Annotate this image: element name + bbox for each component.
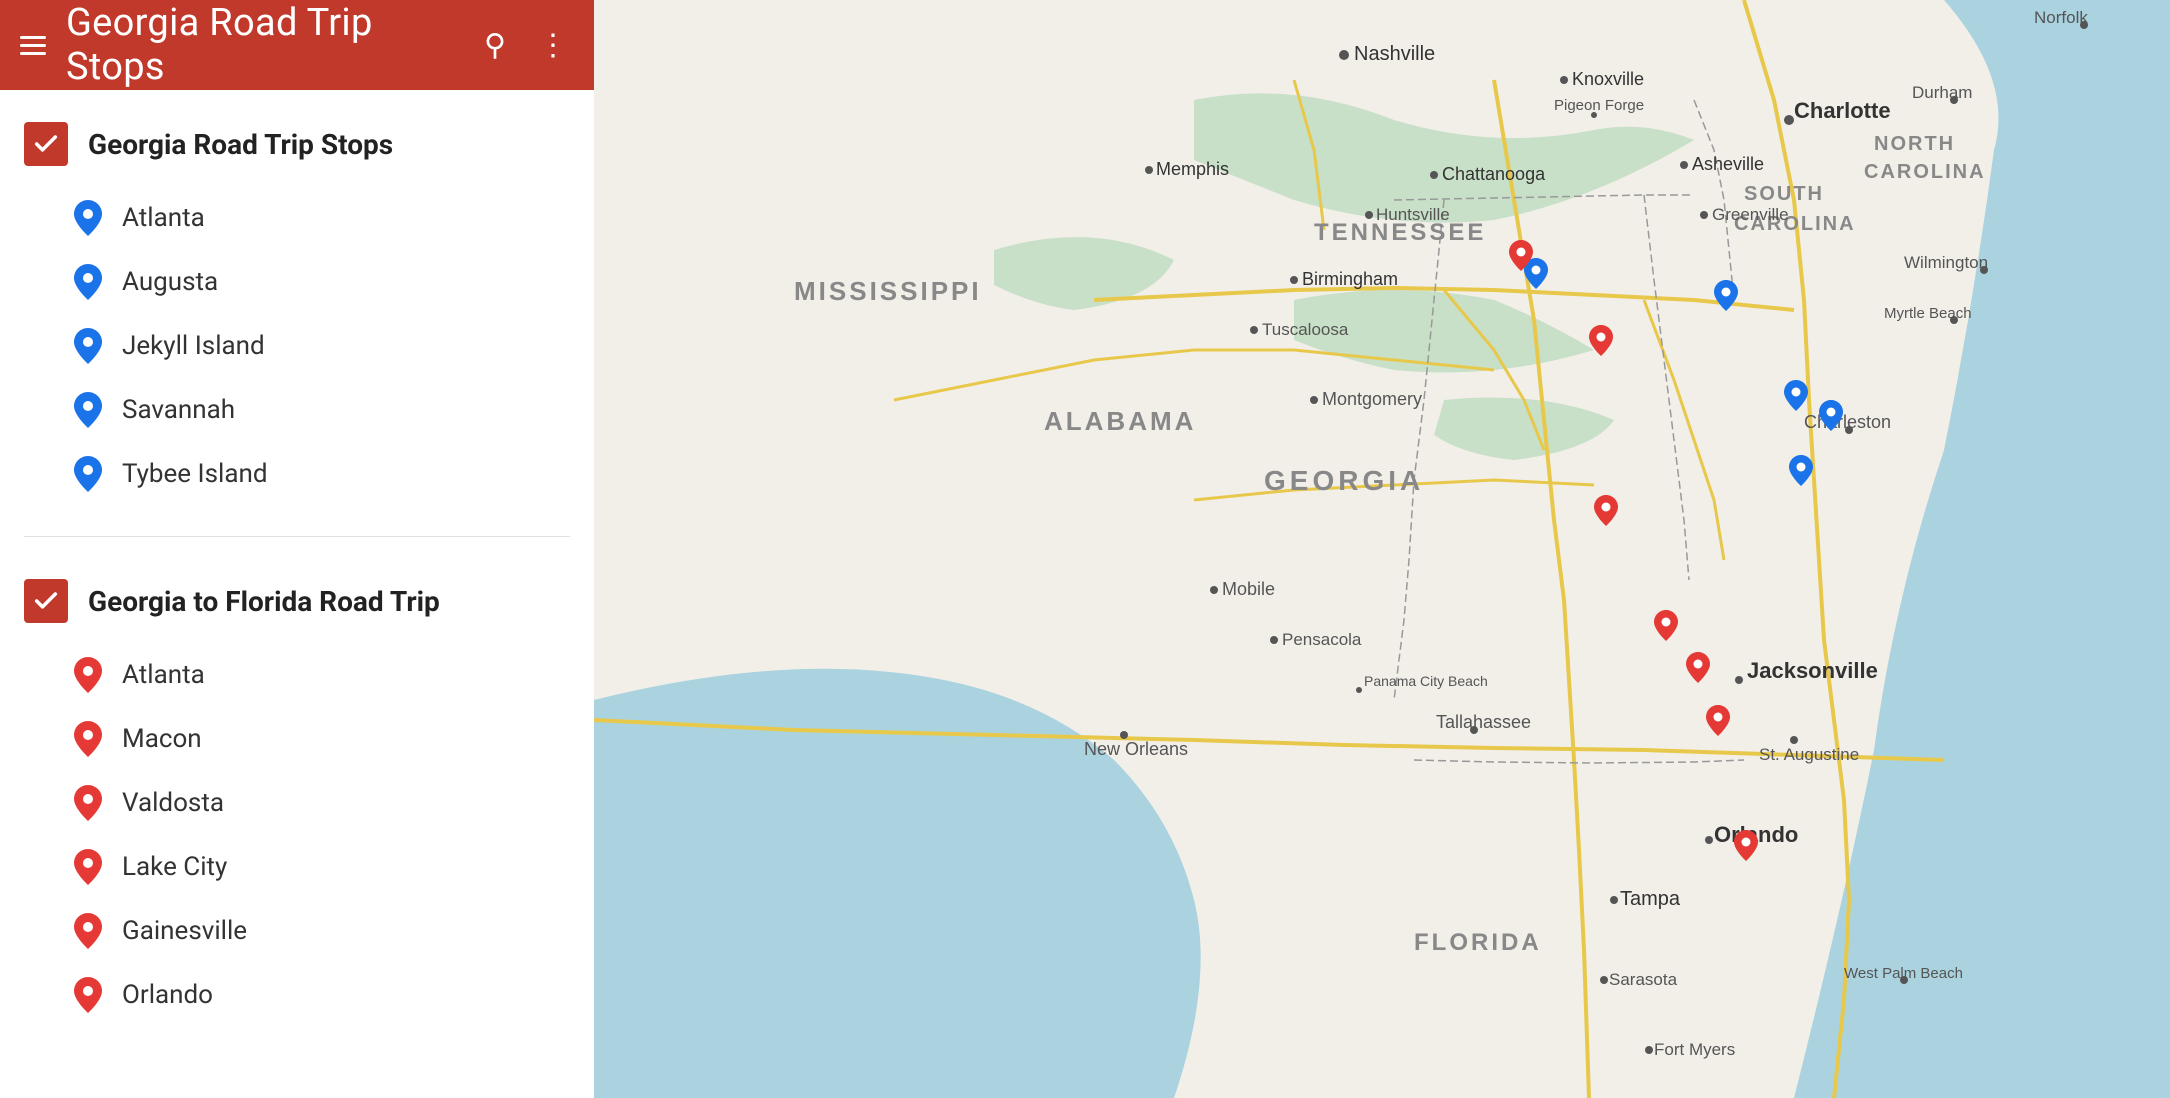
list-item[interactable]: Savannah [70, 378, 594, 442]
list-item[interactable]: Augusta [70, 250, 594, 314]
pin-icon-valdosta [70, 785, 106, 821]
svg-text:Huntsville: Huntsville [1376, 205, 1450, 224]
sidebar: Georgia Road Trip Stops Atlanta [0, 90, 594, 1047]
list-item[interactable]: Tybee Island [70, 442, 594, 506]
list-item[interactable]: Macon [70, 707, 594, 771]
svg-text:Jacksonville: Jacksonville [1747, 658, 1878, 683]
list-item[interactable]: Gainesville [70, 899, 594, 963]
pin-icon-macon [70, 721, 106, 757]
svg-text:St. Augustine: St. Augustine [1759, 745, 1859, 764]
item-label-lake-city: Lake City [122, 852, 227, 882]
svg-text:Norfolk: Norfolk [2034, 8, 2088, 27]
svg-text:Pigeon Forge: Pigeon Forge [1554, 97, 1644, 114]
svg-text:SOUTH: SOUTH [1744, 183, 1824, 205]
svg-text:ALABAMA: ALABAMA [1044, 406, 1196, 436]
svg-text:MISSISSIPPI: MISSISSIPPI [794, 276, 982, 306]
item-label-atlanta-2: Atlanta [122, 660, 205, 690]
item-label-gainesville: Gainesville [122, 916, 247, 946]
more-options-icon[interactable]: ⋮ [532, 22, 574, 69]
item-label-augusta: Augusta [122, 267, 218, 297]
pin-icon-lake-city [70, 849, 106, 885]
svg-text:Charleston: Charleston [1804, 412, 1891, 432]
left-panel: Georgia Road Trip Stops ⚲ ⋮ Georgia Road… [0, 0, 594, 1098]
section-georgia-title: Georgia Road Trip Stops [88, 128, 393, 161]
svg-text:New Orleans: New Orleans [1084, 739, 1188, 759]
svg-text:Nashville: Nashville [1354, 43, 1435, 65]
svg-text:CAROLINA: CAROLINA [1864, 161, 1986, 183]
list-item[interactable]: Atlanta [70, 186, 594, 250]
svg-text:Knoxville: Knoxville [1572, 69, 1644, 89]
svg-text:Memphis: Memphis [1156, 159, 1229, 179]
app: Georgia Road Trip Stops ⚲ ⋮ Georgia Road… [0, 0, 2170, 1098]
svg-text:Montgomery: Montgomery [1322, 389, 1422, 409]
svg-text:West Palm Beach: West Palm Beach [1844, 965, 1963, 982]
svg-text:Asheville: Asheville [1692, 154, 1764, 174]
pin-icon-tybee [70, 456, 106, 492]
header: Georgia Road Trip Stops ⚲ ⋮ [0, 0, 594, 90]
pin-icon-gainesville [70, 913, 106, 949]
section-florida-checkbox[interactable] [24, 579, 68, 623]
list-item[interactable]: Jekyll Island [70, 314, 594, 378]
item-label-tybee: Tybee Island [122, 459, 268, 489]
pin-icon-savannah [70, 392, 106, 428]
svg-text:Greenville: Greenville [1712, 205, 1789, 224]
section-georgia-road-trip: Georgia Road Trip Stops Atlanta [0, 90, 594, 526]
svg-text:Panama City Beach: Panama City Beach [1364, 673, 1488, 689]
list-item[interactable]: Lake City [70, 835, 594, 899]
svg-text:Tampa: Tampa [1620, 888, 1681, 910]
map-container[interactable]: GEORGIA ALABAMA MISSISSIPPI TENNESSEE SO… [594, 0, 2170, 1098]
svg-text:GEORGIA: GEORGIA [1264, 465, 1424, 496]
item-label-jekyll: Jekyll Island [122, 331, 265, 361]
pin-icon-augusta [70, 264, 106, 300]
pin-icon-atlanta-2 [70, 657, 106, 693]
svg-text:Chattanooga: Chattanooga [1442, 164, 1546, 184]
svg-text:Pensacola: Pensacola [1282, 630, 1362, 649]
item-label-savannah: Savannah [122, 395, 235, 425]
svg-text:Myrtle Beach: Myrtle Beach [1884, 305, 1972, 322]
svg-text:Tuscaloosa: Tuscaloosa [1262, 320, 1349, 339]
section-georgia-checkbox[interactable] [24, 122, 68, 166]
hamburger-menu-button[interactable] [20, 36, 46, 55]
item-label-valdosta: Valdosta [122, 788, 224, 818]
section-georgia-header: Georgia Road Trip Stops [0, 114, 594, 182]
item-label-macon: Macon [122, 724, 202, 754]
section-florida-road-trip: Georgia to Florida Road Trip Atlanta [0, 547, 594, 1047]
svg-text:Birmingham: Birmingham [1302, 269, 1398, 289]
list-item[interactable]: Atlanta [70, 643, 594, 707]
section-divider [24, 536, 570, 537]
svg-text:Tallahassee: Tallahassee [1436, 712, 1531, 732]
svg-text:Durham: Durham [1912, 83, 1972, 102]
pin-icon-atlanta [70, 200, 106, 236]
pin-icon-orlando [70, 977, 106, 1013]
list-item[interactable]: Orlando [70, 963, 594, 1027]
header-title: Georgia Road Trip Stops [66, 1, 458, 89]
list-item[interactable]: Valdosta [70, 771, 594, 835]
section-georgia-items: Atlanta Augusta [0, 182, 594, 516]
svg-text:Charlotte: Charlotte [1794, 98, 1891, 123]
section-florida-header: Georgia to Florida Road Trip [0, 571, 594, 639]
svg-text:Wilmington: Wilmington [1904, 253, 1988, 272]
top-row: Georgia Road Trip Stops ⚲ ⋮ Georgia Road… [0, 0, 2170, 1098]
item-label-atlanta-1: Atlanta [122, 203, 205, 233]
svg-text:NORTH: NORTH [1874, 133, 1955, 155]
section-florida-items: Atlanta Macon [0, 639, 594, 1037]
pin-icon-jekyll [70, 328, 106, 364]
svg-text:Sarasota: Sarasota [1609, 970, 1678, 989]
search-icon[interactable]: ⚲ [478, 22, 512, 69]
svg-text:Mobile: Mobile [1222, 579, 1275, 599]
section-florida-title: Georgia to Florida Road Trip [88, 585, 440, 618]
svg-text:Fort Myers: Fort Myers [1654, 1040, 1735, 1059]
item-label-orlando: Orlando [122, 980, 213, 1010]
svg-text:FLORIDA: FLORIDA [1414, 929, 1542, 956]
